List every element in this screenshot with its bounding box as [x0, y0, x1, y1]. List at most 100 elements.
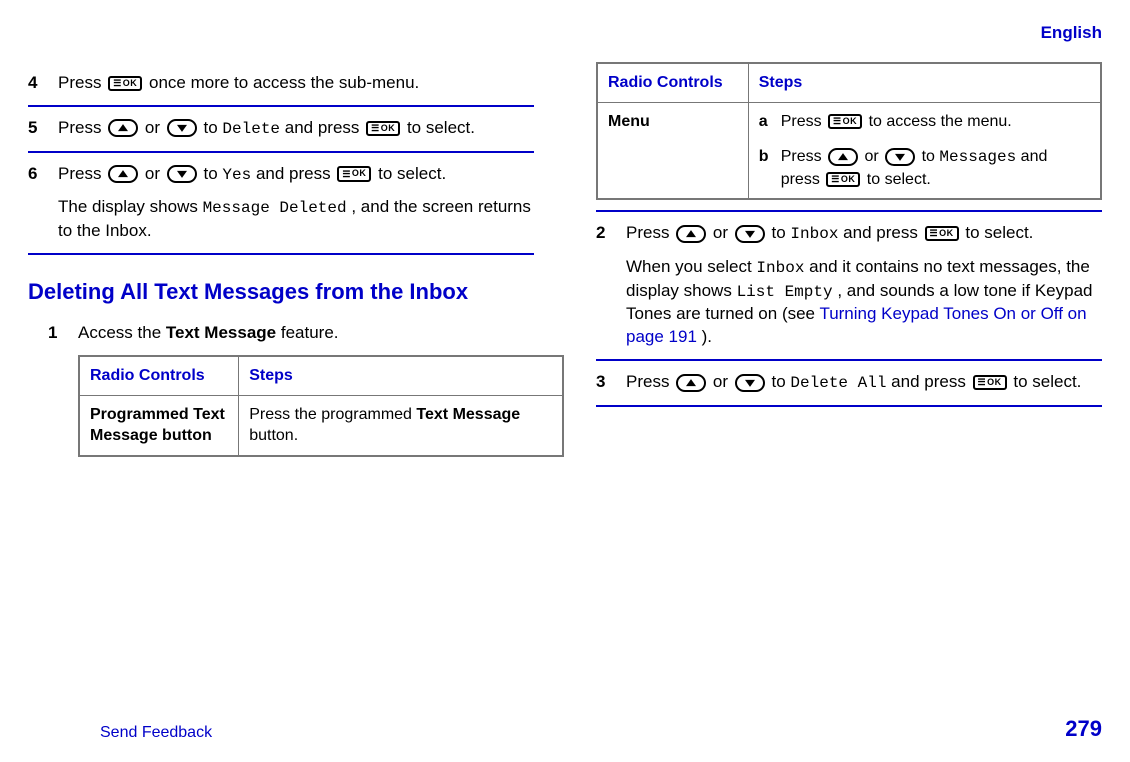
- ok-key-icon: ☰OK: [337, 166, 371, 181]
- mono-text: Yes: [222, 166, 251, 184]
- mono-text: Messages: [939, 148, 1016, 166]
- text: to select.: [407, 118, 475, 137]
- text: to: [922, 148, 940, 165]
- mono-text: Message Deleted: [203, 199, 347, 217]
- table-header: Steps: [239, 356, 563, 395]
- text: or: [145, 164, 165, 183]
- text: Press: [626, 223, 674, 242]
- radio-controls-table: Radio Controls Steps Menu a Press ☰OK to…: [596, 62, 1102, 200]
- bold-text: Text Message: [416, 406, 520, 423]
- mono-text: Inbox: [790, 225, 838, 243]
- step-body: Press or to Inbox and press ☰OK to selec…: [626, 222, 1102, 349]
- ok-key-icon: ☰OK: [925, 226, 959, 241]
- text: to access the menu.: [869, 113, 1012, 130]
- down-arrow-key-icon: [167, 165, 197, 183]
- divider: [596, 405, 1102, 407]
- down-arrow-key-icon: [885, 148, 915, 166]
- bold-text: Text Message: [166, 323, 276, 342]
- step-body: Press or to Delete and press ☰OK to sele…: [58, 117, 534, 141]
- text: Press: [781, 148, 826, 165]
- text: Press: [58, 118, 106, 137]
- up-arrow-key-icon: [828, 148, 858, 166]
- text: and press: [891, 372, 970, 391]
- ok-key-icon: ☰OK: [108, 76, 142, 91]
- text: Press: [626, 372, 674, 391]
- page-footer: Send Feedback 279: [100, 714, 1102, 744]
- mono-text: Delete All: [790, 374, 886, 392]
- step-number: 4: [28, 72, 58, 95]
- substep-body: Press ☰OK to access the menu.: [781, 111, 1012, 133]
- ok-key-icon: ☰OK: [828, 114, 862, 129]
- divider: [28, 253, 534, 255]
- text: or: [713, 223, 733, 242]
- text: to: [772, 372, 791, 391]
- text: to: [204, 164, 223, 183]
- substep-wrap: 1 Access the Text Message feature. Radio…: [28, 322, 534, 457]
- send-feedback-link[interactable]: Send Feedback: [100, 722, 212, 744]
- content-columns: 4 Press ☰OK once more to access the sub-…: [28, 62, 1102, 457]
- text: Access the: [78, 323, 166, 342]
- text: feature.: [281, 323, 339, 342]
- mono-text: Delete: [222, 120, 280, 138]
- step-row: 2 Press or to Inbox and press ☰OK to sel…: [596, 210, 1102, 359]
- substep-letter: a: [759, 111, 781, 133]
- text: Press: [58, 164, 106, 183]
- down-arrow-key-icon: [735, 374, 765, 392]
- step-number: 5: [28, 117, 58, 141]
- step-body: Access the Text Message feature.: [78, 322, 534, 345]
- table-cell: Menu: [597, 102, 748, 199]
- ok-key-icon: ☰OK: [826, 172, 860, 187]
- mono-text: List Empty: [737, 283, 833, 301]
- up-arrow-key-icon: [676, 374, 706, 392]
- text: to select.: [1013, 372, 1081, 391]
- substep-body: Press or to Messages and press ☰OK to se…: [781, 146, 1090, 190]
- text: The display shows: [58, 197, 203, 216]
- step-row: 6 Press or to Yes and press ☰OK to selec…: [28, 151, 534, 253]
- text: and press: [843, 223, 922, 242]
- step-row: 3 Press or to Delete All and press ☰OK t…: [596, 359, 1102, 405]
- text: and press: [256, 164, 335, 183]
- right-column: Radio Controls Steps Menu a Press ☰OK to…: [596, 62, 1102, 457]
- step-body: Press ☰OK once more to access the sub-me…: [58, 72, 534, 95]
- page-number: 279: [1065, 714, 1102, 744]
- step-row: 1 Access the Text Message feature.: [48, 322, 534, 355]
- down-arrow-key-icon: [167, 119, 197, 137]
- table-cell: a Press ☰OK to access the menu. b Press: [748, 102, 1101, 199]
- text: or: [145, 118, 165, 137]
- step-number: 6: [28, 163, 58, 243]
- text: to: [772, 223, 791, 242]
- step-row: 5 Press or to Delete and press ☰OK to se…: [28, 105, 534, 151]
- text: once more to access the sub-menu.: [149, 73, 419, 92]
- ok-key-icon: ☰OK: [973, 375, 1007, 390]
- table-cell: Press the programmed Text Message button…: [239, 395, 563, 456]
- step-body: Press or to Yes and press ☰OK to select.…: [58, 163, 534, 243]
- mono-text: Inbox: [756, 259, 804, 277]
- text: and press: [285, 118, 364, 137]
- substep: a Press ☰OK to access the menu.: [759, 111, 1090, 133]
- step-number: 2: [596, 222, 626, 349]
- table-cell: Programmed Text Message button: [79, 395, 239, 456]
- text: to select.: [867, 171, 931, 188]
- text: button.: [249, 427, 298, 444]
- text: ).: [702, 327, 712, 346]
- radio-controls-table: Radio Controls Steps Programmed Text Mes…: [78, 355, 564, 457]
- up-arrow-key-icon: [108, 119, 138, 137]
- up-arrow-key-icon: [108, 165, 138, 183]
- step-number: 3: [596, 371, 626, 395]
- text: or: [713, 372, 733, 391]
- down-arrow-key-icon: [735, 225, 765, 243]
- text: to select.: [965, 223, 1033, 242]
- ok-key-icon: ☰OK: [366, 121, 400, 136]
- section-title: Deleting All Text Messages from the Inbo…: [28, 277, 534, 307]
- text: Press: [58, 73, 106, 92]
- table-header: Radio Controls: [597, 63, 748, 102]
- step-body: Press or to Delete All and press ☰OK to …: [626, 371, 1102, 395]
- up-arrow-key-icon: [676, 225, 706, 243]
- left-column: 4 Press ☰OK once more to access the sub-…: [28, 62, 534, 457]
- header-language: English: [1041, 22, 1102, 45]
- step-row: 4 Press ☰OK once more to access the sub-…: [28, 62, 534, 105]
- text: to select.: [378, 164, 446, 183]
- text: Press the programmed: [249, 406, 416, 423]
- text: to: [204, 118, 223, 137]
- table-header: Radio Controls: [79, 356, 239, 395]
